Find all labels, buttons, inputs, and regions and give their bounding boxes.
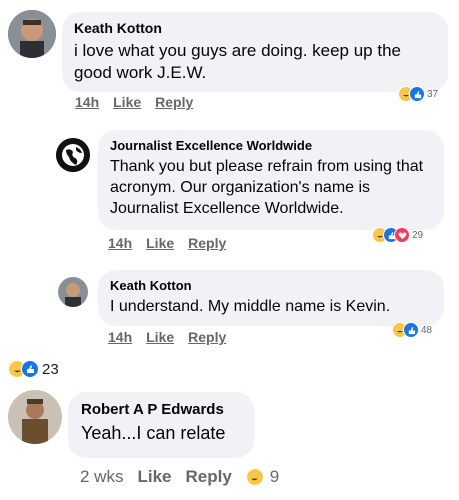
avatar[interactable] [8, 390, 62, 444]
like-button[interactable]: Like [137, 467, 171, 487]
timestamp[interactable]: 14h [108, 235, 132, 251]
comment-author[interactable]: Journalist Excellence Worldwide [110, 138, 432, 153]
reaction-count: 48 [421, 324, 433, 336]
timestamp[interactable]: 14h [75, 94, 99, 110]
comment-bubble: Keath Kotton i love what you guys are do… [62, 12, 448, 92]
comment-text: i love what you guys are doing. keep up … [74, 41, 401, 82]
comment-actions: 2 wks Like Reply 9 [80, 467, 279, 487]
reply-button[interactable]: Reply [188, 329, 226, 345]
comment-author[interactable]: Robert A P Edwards [81, 401, 241, 418]
reaction-count: 23 [42, 360, 59, 378]
love-icon [394, 227, 410, 243]
reaction-count: 29 [412, 229, 424, 241]
avatar[interactable] [58, 277, 88, 307]
comment-text: I understand. My middle name is Kevin. [110, 298, 391, 315]
reaction-count: 37 [427, 88, 439, 100]
like-button[interactable]: Like [146, 235, 174, 251]
comment-text: Yeah...I can relate [81, 423, 226, 443]
reaction-count: 9 [269, 467, 280, 486]
reaction-summary[interactable]: 37 [398, 86, 438, 102]
comment-actions: 14h Like Reply [108, 329, 226, 345]
comment-author[interactable]: Keath Kotton [74, 20, 436, 36]
timestamp[interactable]: 14h [108, 329, 132, 345]
comment-bubble: Keath Kotton I understand. My middle nam… [98, 270, 444, 326]
like-icon [409, 86, 425, 102]
reply-button[interactable]: Reply [186, 467, 232, 487]
haha-icon [245, 468, 264, 486]
reaction-summary[interactable]: 9 [245, 467, 280, 487]
reply-button[interactable]: Reply [155, 94, 193, 110]
comment-text: Thank you but please refrain from using … [110, 158, 424, 217]
like-icon [21, 360, 39, 378]
like-button[interactable]: Like [146, 329, 174, 345]
reaction-summary[interactable]: 29 [372, 227, 423, 243]
like-icon [403, 322, 419, 338]
globe-icon [56, 138, 90, 172]
comment-actions: 14h Like Reply [75, 94, 193, 110]
comment-actions: 14h Like Reply [108, 235, 226, 251]
avatar[interactable] [8, 10, 56, 58]
comment-author[interactable]: Keath Kotton [110, 278, 432, 293]
avatar[interactable] [56, 138, 90, 172]
timestamp[interactable]: 2 wks [80, 467, 123, 487]
like-button[interactable]: Like [113, 94, 141, 110]
comment-bubble: Journalist Excellence Worldwide Thank yo… [98, 130, 444, 230]
comment-bubble: Robert A P Edwards Yeah...I can relate [68, 392, 254, 458]
reply-button[interactable]: Reply [188, 235, 226, 251]
thread-reaction-summary[interactable]: 23 [8, 360, 59, 378]
reaction-summary[interactable]: 48 [392, 322, 432, 338]
